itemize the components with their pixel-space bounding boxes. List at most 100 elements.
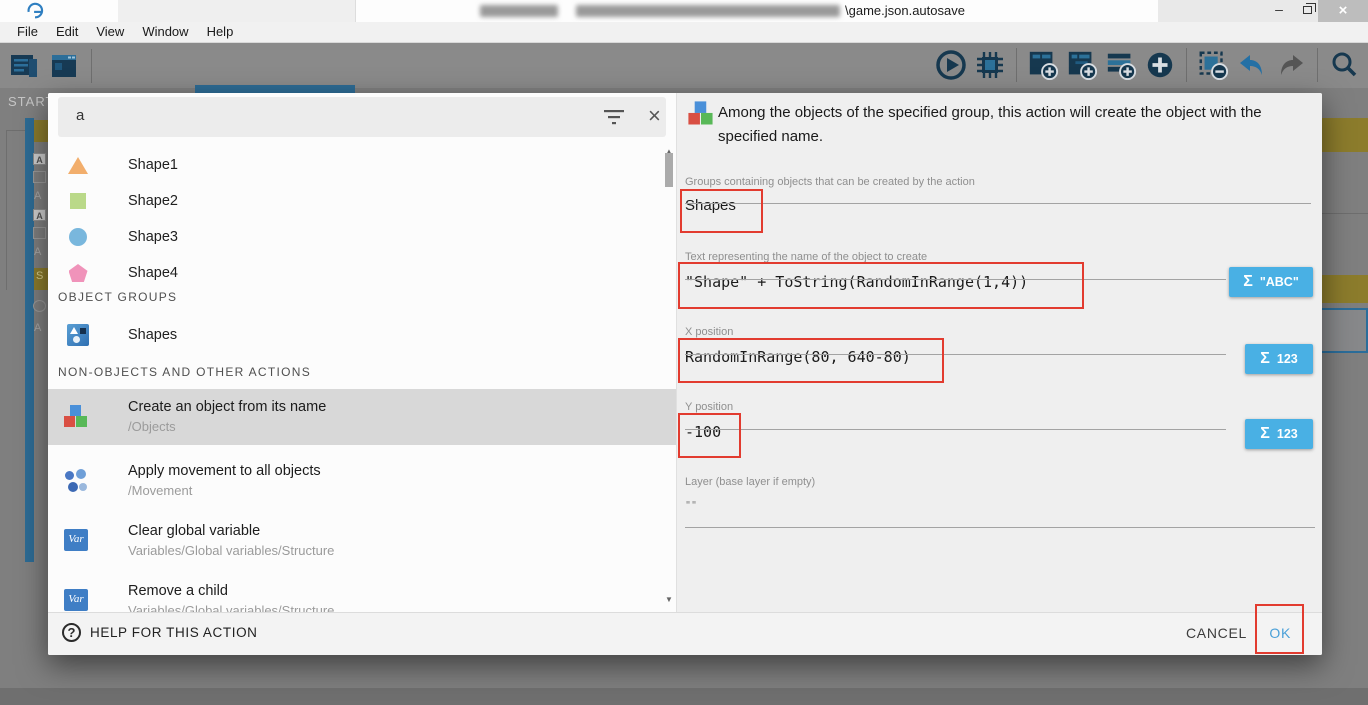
- background-events-hint: A: [34, 246, 41, 258]
- toolbar: [0, 43, 1368, 88]
- background-events-hint: A: [33, 153, 46, 165]
- cancel-button[interactable]: CANCEL: [1186, 625, 1247, 641]
- help-icon: ?: [62, 623, 81, 642]
- field-label-x-position: X position: [685, 326, 733, 338]
- add-event-icon[interactable]: [1027, 49, 1059, 81]
- section-header-object-groups: OBJECT GROUPS: [58, 290, 658, 304]
- variable-icon: Var: [64, 529, 88, 551]
- menu-bar: File Edit View Window Help: [0, 22, 1368, 43]
- background-events-hint: [6, 130, 25, 131]
- create-object-icon: [688, 101, 713, 126]
- menu-help[interactable]: Help: [198, 22, 243, 42]
- background-events-hint: A: [34, 322, 41, 334]
- background-events-hint: [33, 171, 46, 183]
- annotation-box-y-position: [678, 413, 741, 458]
- layer-field[interactable]: "": [685, 500, 697, 511]
- field-label-layer: Layer (base layer if empty): [685, 476, 815, 488]
- list-item-shape3[interactable]: Shape3: [48, 219, 664, 255]
- remove-event-icon[interactable]: [1197, 49, 1229, 81]
- list-item-create-object[interactable]: Create an object from its name /Objects: [48, 389, 676, 445]
- menu-window[interactable]: Window: [133, 22, 197, 42]
- search-value: a: [76, 107, 84, 124]
- sigma-icon: Σ: [1260, 425, 1270, 443]
- object-label: Shape3: [128, 229, 178, 245]
- scrollbar-thumb[interactable]: [665, 153, 673, 187]
- minimize-button[interactable]: –: [1262, 0, 1296, 22]
- search-input[interactable]: a ×: [58, 97, 666, 137]
- background-bottom-strip: [0, 688, 1368, 705]
- field-underline: [685, 203, 1311, 204]
- annotation-box-ok: [1255, 604, 1304, 654]
- action-subtitle: /Objects: [128, 419, 176, 434]
- list-item-apply-movement[interactable]: Apply movement to all objects /Movement: [48, 453, 676, 509]
- debugger-icon[interactable]: [974, 49, 1006, 81]
- background-events-hint: A: [33, 209, 46, 221]
- field-underline: [685, 527, 1315, 528]
- background-events-hint: A: [34, 190, 41, 202]
- action-selector-panel: a × ▲ ▼ Shape1 Shape2 Shape3: [48, 93, 676, 655]
- section-header-non-objects: NON-OBJECTS AND OTHER ACTIONS: [58, 365, 658, 379]
- action-title: Apply movement to all objects: [128, 463, 321, 479]
- variable-icon: Var: [64, 589, 88, 611]
- list-item-clear-global-variable[interactable]: Var Clear global variable Variables/Glob…: [48, 513, 676, 569]
- background-events-hint: S: [36, 270, 43, 282]
- menu-edit[interactable]: Edit: [47, 22, 87, 42]
- help-link[interactable]: ? HELP FOR THIS ACTION: [62, 623, 258, 642]
- annotation-box-object-name: [678, 262, 1084, 309]
- action-title: Clear global variable: [128, 523, 260, 539]
- pentagon-icon: [69, 264, 88, 282]
- project-manager-icon[interactable]: [8, 50, 40, 82]
- background-events-hint: [25, 118, 34, 562]
- scene-editor-icon[interactable]: [48, 50, 80, 82]
- background-events-hint: [1320, 308, 1368, 353]
- background-events-hint: [1322, 118, 1368, 152]
- add-subevent-icon[interactable]: [1066, 49, 1098, 81]
- dialog-footer: ? HELP FOR THIS ACTION CANCEL OK: [48, 612, 1322, 655]
- expression-editor-123-button[interactable]: Σ 123: [1245, 344, 1313, 374]
- background-events-hint: [1322, 275, 1368, 303]
- field-underline: [685, 429, 1226, 430]
- object-group-icon: [67, 324, 89, 346]
- expression-editor-abc-button[interactable]: Σ "ABC": [1229, 267, 1313, 297]
- add-comment-icon[interactable]: [1105, 49, 1137, 81]
- redacted-title-segment: [480, 5, 558, 17]
- group-label: Shapes: [128, 327, 177, 343]
- square-icon: [70, 193, 86, 209]
- action-title: Create an object from its name: [128, 399, 326, 415]
- expression-editor-123-button[interactable]: Σ 123: [1245, 419, 1313, 449]
- sigma-icon: Σ: [1243, 273, 1253, 291]
- list-item-group-shapes[interactable]: Shapes: [48, 315, 664, 355]
- background-events-hint: [1322, 213, 1368, 214]
- background-events-hint: [6, 130, 7, 290]
- menu-view[interactable]: View: [87, 22, 133, 42]
- movement-icon: [64, 469, 88, 493]
- list-item-shape4[interactable]: Shape4: [48, 255, 664, 291]
- annotation-box-group: [680, 189, 763, 233]
- background-events-hint: [33, 300, 46, 312]
- annotation-box-x-position: [678, 338, 944, 383]
- background-events-hint: [34, 120, 48, 142]
- window-title: \game.json.autosave: [845, 3, 965, 18]
- play-icon[interactable]: [935, 49, 967, 81]
- restore-icon: [1303, 6, 1312, 14]
- list-item-shape1[interactable]: Shape1: [48, 147, 664, 183]
- filter-icon[interactable]: [603, 107, 625, 127]
- action-title: Remove a child: [128, 583, 228, 599]
- clear-search-icon[interactable]: ×: [648, 103, 661, 129]
- redo-icon[interactable]: [1275, 49, 1307, 81]
- add-circle-icon[interactable]: [1144, 49, 1176, 81]
- action-subtitle: Variables/Global variables/Structure: [128, 543, 334, 558]
- action-description: Among the objects of the specified group…: [718, 101, 1306, 149]
- undo-icon[interactable]: [1236, 49, 1268, 81]
- list-item-shape2[interactable]: Shape2: [48, 183, 664, 219]
- toolbar-separator: [1186, 48, 1187, 82]
- toolbar-separator: [1317, 48, 1318, 82]
- search-icon[interactable]: [1328, 49, 1360, 81]
- background-events-hint: [33, 227, 46, 239]
- object-label: Shape1: [128, 157, 178, 173]
- title-bar: \game.json.autosave – ×: [0, 0, 1368, 22]
- menu-file[interactable]: File: [8, 22, 47, 42]
- action-subtitle: /Movement: [128, 483, 192, 498]
- close-button[interactable]: ×: [1318, 0, 1368, 22]
- field-label-y-position: Y position: [685, 401, 733, 413]
